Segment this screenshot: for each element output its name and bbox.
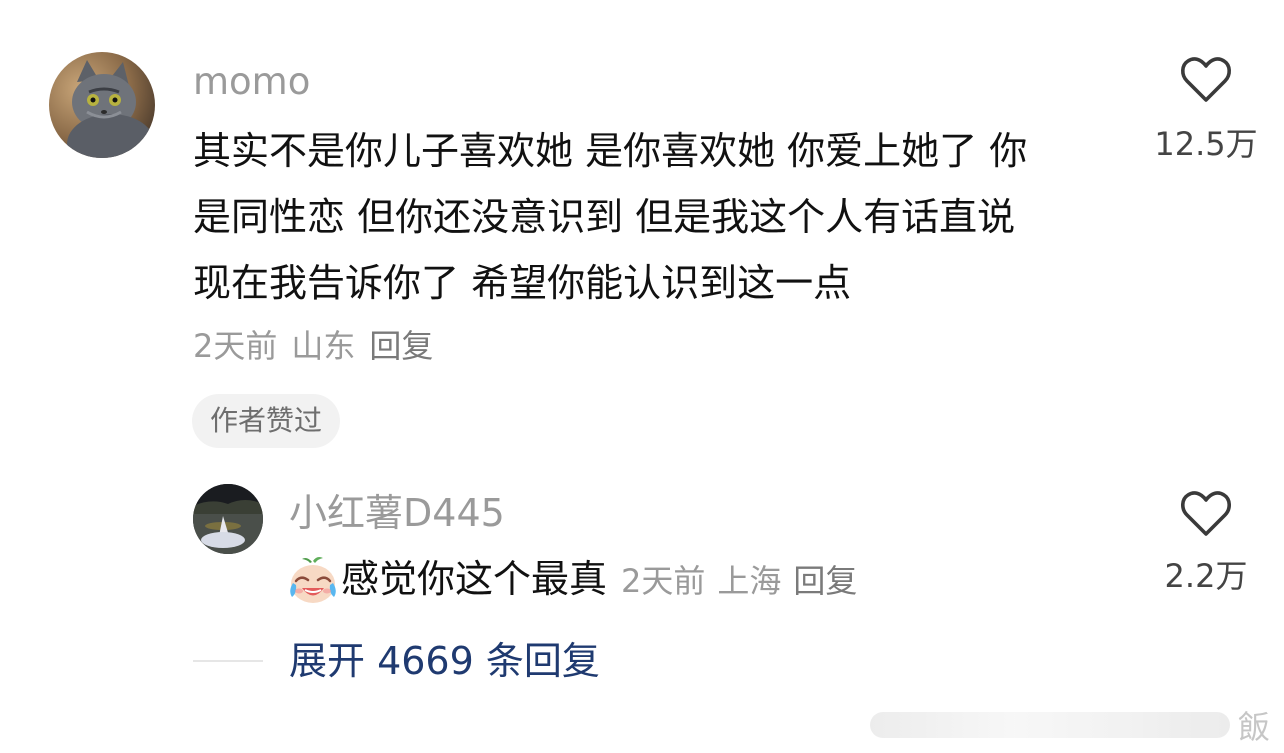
reply-button[interactable]: 回复	[369, 327, 433, 365]
reply-like[interactable]: 2.2万	[1141, 490, 1271, 594]
reply-body: 感觉你这个最真 2天前 上海 回复	[289, 556, 869, 603]
comment-body: 其实不是你儿子喜欢她 是你喜欢她 你爱上她了 你 是同性恋 但你还没意识到 但是…	[193, 118, 1123, 316]
watermark-char: 飯	[1237, 708, 1270, 746]
reply-text: 感觉你这个最真	[341, 557, 608, 601]
watermark-bar	[869, 712, 1230, 738]
comment-username[interactable]: momo	[193, 60, 310, 104]
watermark: 飯	[869, 705, 1270, 746]
comment-meta: 2天前 山东 回复	[193, 326, 447, 366]
comment-line: 是同性恋 但你还没意识到 但是我这个人有话直说	[193, 195, 1016, 239]
reply-meta: 2天前 上海 回复	[621, 556, 869, 602]
reply-location: 上海	[717, 562, 782, 600]
crying-laughing-emoji-icon	[290, 557, 336, 603]
lake-avatar-icon	[193, 484, 263, 554]
reply-user-avatar[interactable]	[193, 484, 263, 554]
reply-reply-button[interactable]: 回复	[793, 562, 857, 600]
expand-divider	[193, 660, 263, 662]
comment-thread: momo 其实不是你儿子喜欢她 是你喜欢她 你爱上她了 你 是同性恋 但你还没意…	[0, 0, 1284, 753]
user-avatar[interactable]	[49, 52, 155, 158]
cat-avatar-icon	[49, 52, 155, 158]
heart-outline-icon[interactable]	[1180, 56, 1232, 104]
reply-like-count: 2.2万	[1164, 557, 1248, 595]
heart-outline-icon[interactable]	[1180, 490, 1232, 538]
author-liked-badge: 作者赞过	[192, 394, 341, 448]
comment-time: 2天前	[193, 327, 278, 365]
expand-replies-button[interactable]: 展开 4669 条回复	[289, 638, 600, 684]
reply-username[interactable]: 小红薯D445	[289, 491, 505, 535]
comment-line: 其实不是你儿子喜欢她 是你喜欢她 你爱上她了 你	[193, 129, 1028, 173]
comment-line: 现在我告诉你了 希望你能认识到这一点	[193, 261, 852, 305]
comment-like[interactable]: 12.5万	[1141, 56, 1271, 162]
comment-location: 山东	[291, 327, 356, 365]
reply-time: 2天前	[621, 562, 706, 600]
like-count: 12.5万	[1154, 125, 1258, 163]
